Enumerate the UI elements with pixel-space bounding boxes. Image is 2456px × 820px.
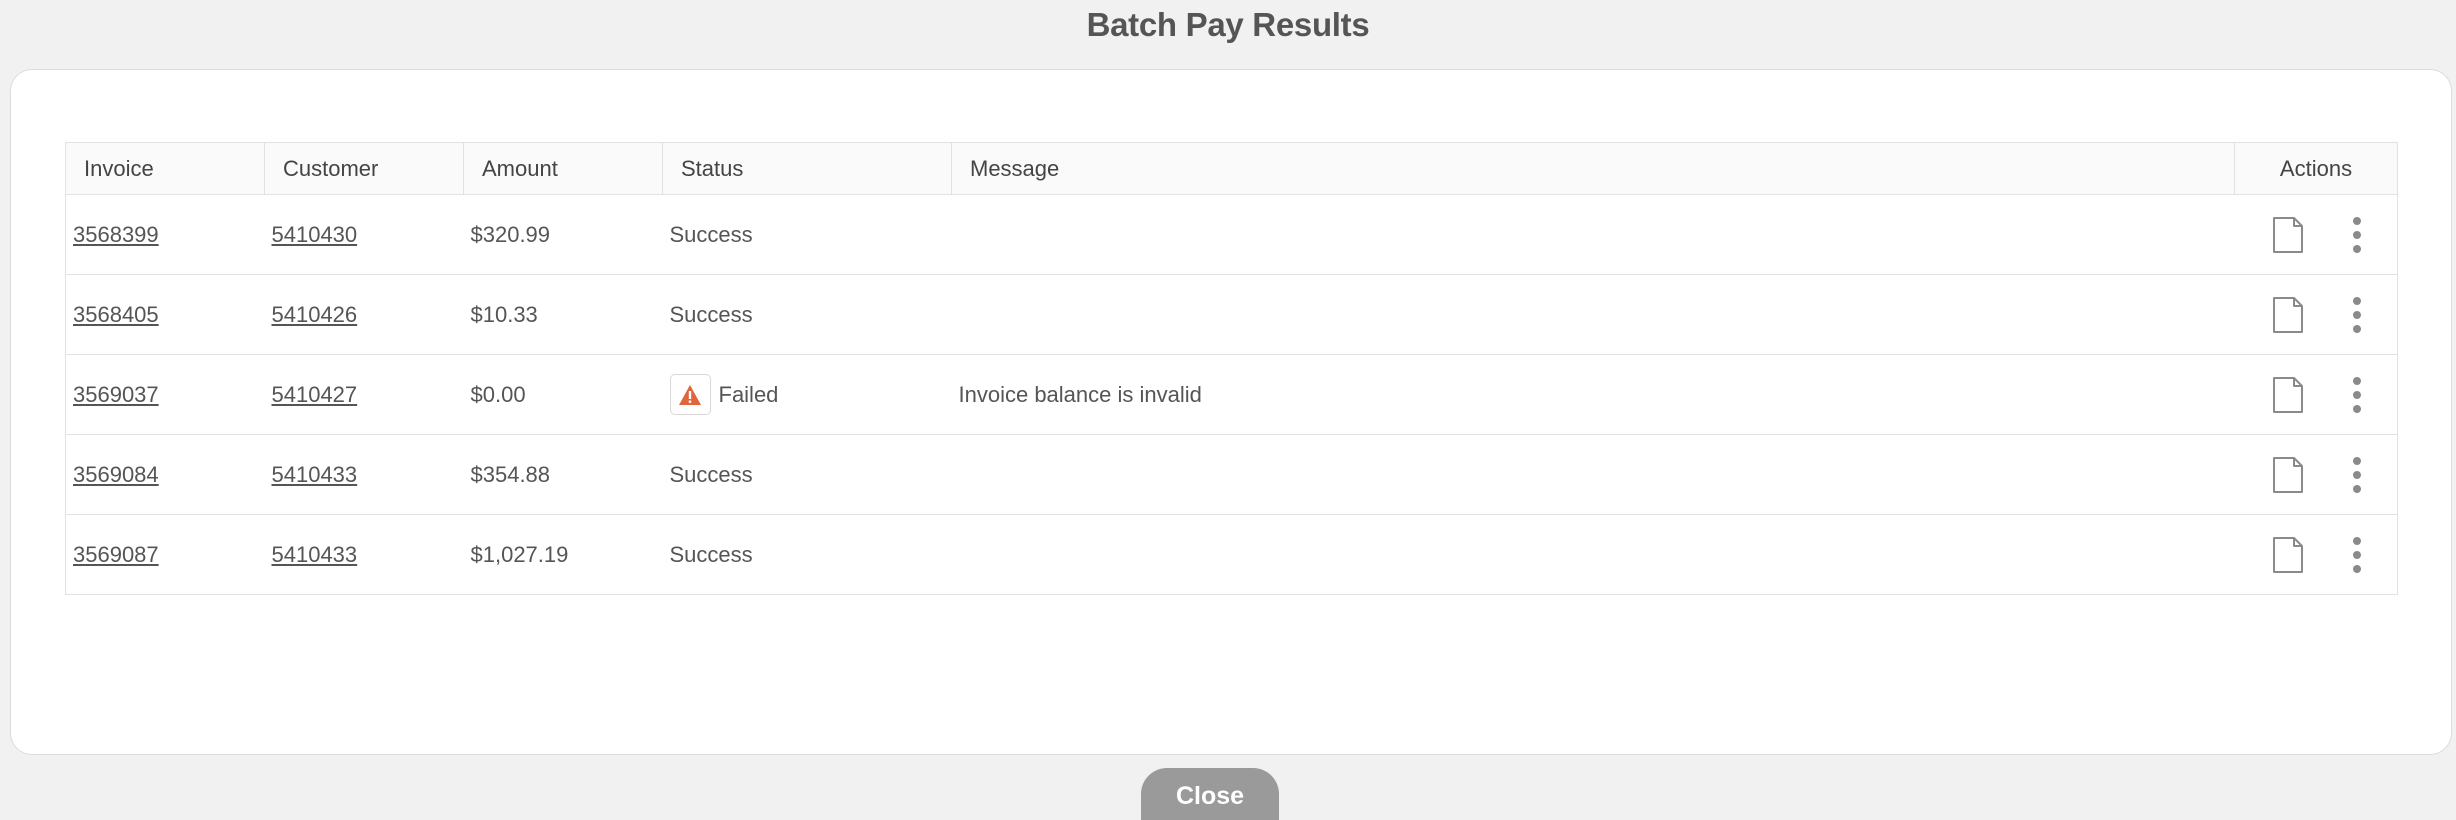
- status-text: Success: [669, 221, 753, 247]
- message-cell: [951, 194, 2235, 275]
- status-cell: Success: [662, 194, 952, 275]
- customer-link[interactable]: 5410433: [272, 462, 358, 487]
- message-cell: [951, 274, 2235, 355]
- invoice-link[interactable]: 3568399: [73, 222, 159, 247]
- invoice-link[interactable]: 3569037: [73, 382, 159, 407]
- actions-cell: [2234, 274, 2398, 355]
- status-text: Success: [669, 461, 753, 487]
- document-icon[interactable]: [2271, 216, 2305, 254]
- amount-cell: $10.33: [463, 274, 663, 355]
- column-header-message[interactable]: Message: [951, 142, 2235, 195]
- table-header-row: Invoice Customer Amount Status Message A…: [65, 142, 2398, 195]
- invoice-link[interactable]: 3568405: [73, 302, 159, 327]
- column-header-status[interactable]: Status: [662, 142, 952, 195]
- column-header-amount[interactable]: Amount: [463, 142, 663, 195]
- table-row: 3568399 5410430 $320.99 Success: [65, 194, 2398, 275]
- actions-cell: [2234, 194, 2398, 275]
- customer-link[interactable]: 5410427: [272, 382, 358, 407]
- status-cell: Failed: [662, 354, 952, 435]
- more-vertical-icon[interactable]: [2351, 296, 2363, 333]
- message-cell: [951, 514, 2235, 595]
- column-header-customer[interactable]: Customer: [264, 142, 464, 195]
- document-icon[interactable]: [2271, 296, 2305, 334]
- column-header-invoice[interactable]: Invoice: [65, 142, 265, 195]
- actions-cell: [2234, 354, 2398, 435]
- table-row: 3569084 5410433 $354.88 Success: [65, 434, 2398, 515]
- amount-cell: $320.99: [463, 194, 663, 275]
- more-vertical-icon[interactable]: [2351, 456, 2363, 493]
- amount-cell: $354.88: [463, 434, 663, 515]
- more-vertical-icon[interactable]: [2351, 376, 2363, 413]
- customer-link[interactable]: 5410430: [272, 222, 358, 247]
- document-icon[interactable]: [2271, 376, 2305, 414]
- status-text: Failed: [718, 381, 779, 407]
- message-cell: Invoice balance is invalid: [951, 354, 2235, 435]
- document-icon[interactable]: [2271, 536, 2305, 574]
- table-row: 3568405 5410426 $10.33 Success: [65, 274, 2398, 355]
- table-row: 3569087 5410433 $1,027.19 Success: [65, 514, 2398, 595]
- results-table: Invoice Customer Amount Status Message A…: [65, 142, 2398, 595]
- column-header-actions: Actions: [2234, 142, 2398, 195]
- status-text: Success: [669, 541, 753, 567]
- amount-cell: $1,027.19: [463, 514, 663, 595]
- customer-link[interactable]: 5410433: [272, 542, 358, 567]
- customer-link[interactable]: 5410426: [272, 302, 358, 327]
- status-text: Success: [669, 301, 753, 327]
- results-panel: Invoice Customer Amount Status Message A…: [10, 69, 2452, 755]
- invoice-link[interactable]: 3569084: [73, 462, 159, 487]
- amount-cell: $0.00: [463, 354, 663, 435]
- status-cell: Success: [662, 434, 952, 515]
- document-icon[interactable]: [2271, 456, 2305, 494]
- warning-triangle-icon[interactable]: [669, 374, 711, 415]
- status-cell: Success: [662, 274, 952, 355]
- more-vertical-icon[interactable]: [2351, 536, 2363, 573]
- actions-cell: [2234, 434, 2398, 515]
- dialog-title: Batch Pay Results: [1086, 6, 1370, 43]
- more-vertical-icon[interactable]: [2351, 216, 2363, 253]
- table-row: 3569037 5410427 $0.00 Failed Invoice bal…: [65, 354, 2398, 435]
- invoice-link[interactable]: 3569087: [73, 542, 159, 567]
- actions-cell: [2234, 514, 2398, 595]
- message-cell: [951, 434, 2235, 515]
- status-cell: Success: [662, 514, 952, 595]
- close-button[interactable]: Close: [1141, 768, 1279, 820]
